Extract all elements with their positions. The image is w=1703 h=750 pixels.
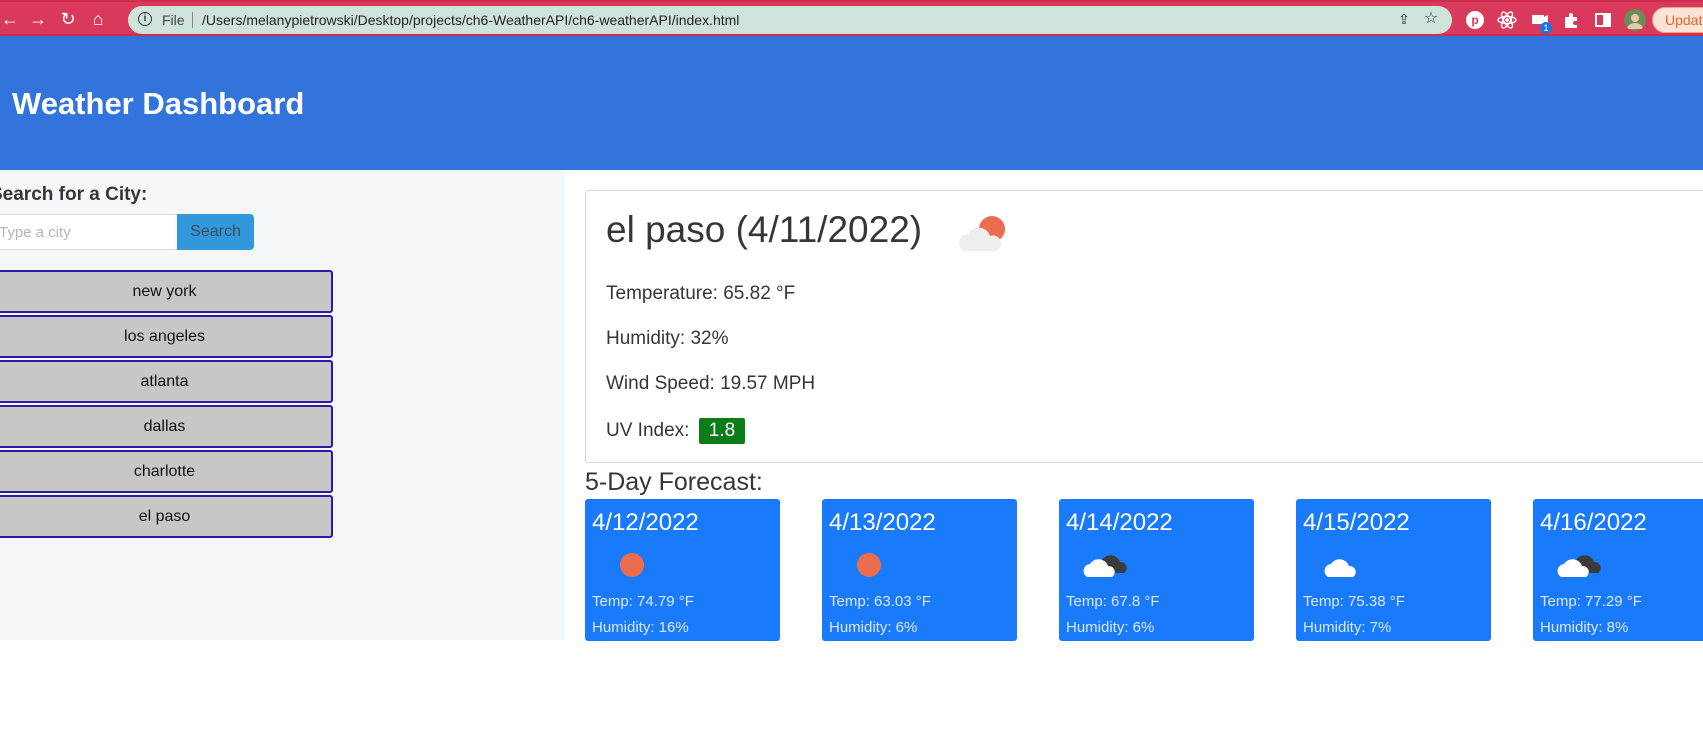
search-label: Search for a City: <box>0 184 148 205</box>
forecast-card: 4/16/2022 Temp: 77.29 °F Humidity: 8% <box>1533 499 1703 641</box>
forecast-humidity: Humidity: 8% <box>1540 619 1629 636</box>
forecast-card: 4/12/2022 Temp: 74.79 °F Humidity: 16% <box>585 499 780 641</box>
forecast-temp: Temp: 63.03 °F <box>829 593 931 610</box>
forecast-title: 5-Day Forecast: <box>585 468 763 496</box>
share-icon[interactable]: ⇪ <box>1396 11 1412 27</box>
forecast-date: 4/13/2022 <box>829 509 936 536</box>
browser-update-button[interactable]: Updat <box>1652 7 1703 33</box>
extensions-puzzle-icon[interactable] <box>1560 9 1582 31</box>
forecast-humidity: Humidity: 7% <box>1303 619 1392 636</box>
svg-text:p: p <box>1471 13 1478 27</box>
cloud-icon <box>1316 547 1366 583</box>
partly-cloudy-sun-icon <box>954 211 1014 259</box>
current-temperature: Temperature: 65.82 °F <box>606 283 796 304</box>
page-title: Weather Dashboard <box>12 86 305 121</box>
current-city-title: el paso (4/11/2022) <box>606 209 923 250</box>
app-header: Weather Dashboard <box>0 36 1703 170</box>
forecast-temp: Temp: 77.29 °F <box>1540 593 1642 610</box>
current-weather-card: el paso (4/11/2022) Temperature: 65.82 °… <box>585 190 1703 463</box>
broken-clouds-icon <box>1553 547 1603 583</box>
browser-toolbar: ← → ↻ ⌂ i File /Users/melanypietrowski/D… <box>0 0 1703 36</box>
forecast-card: 4/15/2022 Temp: 75.38 °F Humidity: 7% <box>1296 499 1491 641</box>
address-separator <box>192 12 193 28</box>
forecast-humidity: Humidity: 6% <box>1066 619 1155 636</box>
history-city-button[interactable]: charlotte <box>0 450 333 493</box>
history-city-button[interactable]: el paso <box>0 495 333 538</box>
site-info-icon[interactable]: i <box>138 12 152 26</box>
search-history-list: new york los angeles atlanta dallas char… <box>0 270 333 540</box>
sun-icon <box>842 547 892 583</box>
uv-label: UV Index: <box>606 420 690 441</box>
history-city-button[interactable]: dallas <box>0 405 333 448</box>
history-city-button[interactable]: los angeles <box>0 315 333 358</box>
forecast-date: 4/16/2022 <box>1540 509 1647 536</box>
forecast-temp: Temp: 75.38 °F <box>1303 593 1405 610</box>
url-text[interactable]: /Users/melanypietrowski/Desktop/projects… <box>202 12 739 28</box>
forecast-date: 4/14/2022 <box>1066 509 1173 536</box>
broken-clouds-icon <box>1079 547 1129 583</box>
file-label: File <box>162 12 185 28</box>
forecast-date: 4/12/2022 <box>592 509 699 536</box>
current-uv-row: UV Index: 1.8 <box>606 418 746 444</box>
forward-icon[interactable]: → <box>28 9 48 29</box>
forecast-card: 4/14/2022 Temp: 67.8 °F Humidity: 6% <box>1059 499 1254 641</box>
react-devtools-icon[interactable] <box>1496 9 1518 31</box>
search-button[interactable]: Search <box>177 214 254 250</box>
profile-avatar[interactable] <box>1624 9 1646 31</box>
history-city-button[interactable]: atlanta <box>0 360 333 403</box>
address-bar[interactable]: i File /Users/melanypietrowski/Desktop/p… <box>128 6 1452 34</box>
uv-index-badge: 1.8 <box>698 418 746 444</box>
browser-toolbar-inner: ← → ↻ ⌂ i File /Users/melanypietrowski/D… <box>0 2 1703 34</box>
pinterest-extension-icon[interactable]: p <box>1464 9 1486 31</box>
forecast-card: 4/13/2022 Temp: 63.03 °F Humidity: 6% <box>822 499 1017 641</box>
search-sidebar: Search for a City: Search new york los a… <box>0 170 565 640</box>
history-city-button[interactable]: new york <box>0 270 333 313</box>
home-icon[interactable]: ⌂ <box>88 9 108 29</box>
forecast-humidity: Humidity: 6% <box>829 619 918 636</box>
city-search-input[interactable] <box>0 214 178 250</box>
sun-icon <box>605 547 655 583</box>
bookmark-star-icon[interactable]: ☆ <box>1422 10 1440 28</box>
side-panel-icon[interactable] <box>1592 9 1614 31</box>
forecast-humidity: Humidity: 16% <box>592 619 689 636</box>
back-icon[interactable]: ← <box>0 9 20 29</box>
extension-badge: 1 <box>1540 22 1552 34</box>
forecast-date: 4/15/2022 <box>1303 509 1410 536</box>
forecast-temp: Temp: 74.79 °F <box>592 593 694 610</box>
reload-icon[interactable]: ↻ <box>58 9 78 29</box>
forecast-temp: Temp: 67.8 °F <box>1066 593 1160 610</box>
current-wind-speed: Wind Speed: 19.57 MPH <box>606 373 816 394</box>
current-humidity: Humidity: 32% <box>606 328 729 349</box>
